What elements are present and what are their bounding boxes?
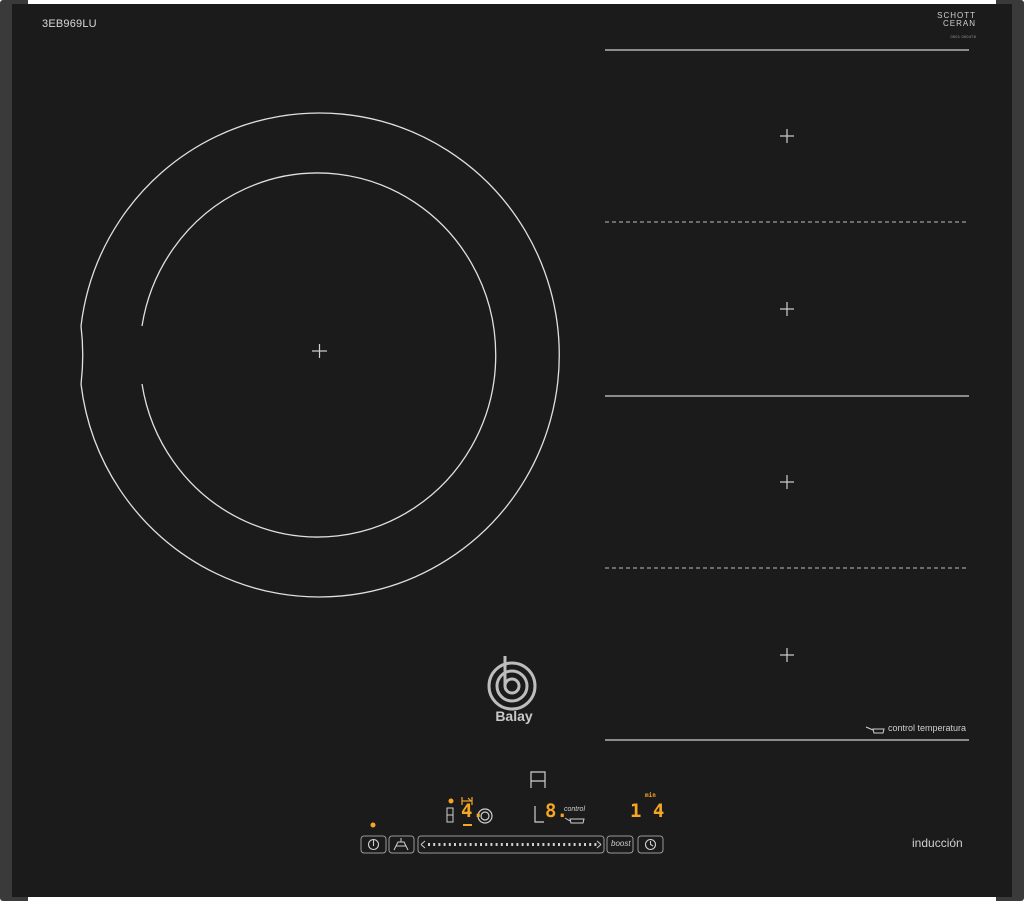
timer-unit: min bbox=[645, 792, 656, 799]
slider-tick bbox=[552, 843, 555, 846]
zone-select-indicator-icon bbox=[530, 771, 546, 788]
slider-tick bbox=[511, 843, 514, 846]
boost-label: boost bbox=[611, 839, 631, 848]
center-control-label: control bbox=[564, 806, 586, 813]
slider-tick bbox=[500, 843, 503, 846]
center-grey-digit-icon bbox=[534, 806, 544, 823]
slider-tick bbox=[448, 843, 451, 846]
zone-active-dot bbox=[448, 798, 454, 804]
slider-right-arrow-icon bbox=[596, 840, 602, 849]
brand-name: Balay bbox=[495, 708, 533, 724]
wipe-protection-icon bbox=[393, 838, 409, 851]
flex-zone-3-cross-icon bbox=[780, 475, 794, 489]
slider-tick bbox=[438, 843, 441, 846]
slider-tick bbox=[480, 843, 482, 846]
slider-tick bbox=[521, 843, 524, 846]
slider-tick bbox=[558, 843, 560, 846]
power-indicator-dot bbox=[370, 822, 376, 828]
zone-left-outer-ring-bottom bbox=[80, 325, 84, 385]
slider-tick bbox=[578, 843, 581, 846]
power-icon bbox=[367, 838, 380, 851]
slider-tick bbox=[547, 843, 550, 846]
slider-tick bbox=[526, 843, 529, 846]
pan-icon bbox=[865, 726, 885, 734]
slider-tick bbox=[584, 843, 586, 846]
balay-logo-icon bbox=[487, 656, 537, 711]
zone-left-inner-ring[interactable] bbox=[141, 172, 497, 538]
slider-tick bbox=[537, 843, 540, 846]
control-temperature-label: control temperatura bbox=[888, 723, 967, 733]
slider-tick bbox=[428, 843, 430, 846]
slider-tick bbox=[563, 843, 566, 846]
slider-tick bbox=[532, 843, 534, 846]
slider-tick bbox=[454, 843, 456, 846]
slider-tick bbox=[443, 843, 446, 846]
slider-tick bbox=[495, 843, 498, 846]
zone-left-outer-ring[interactable] bbox=[80, 112, 560, 598]
slider-tick bbox=[464, 843, 467, 846]
clock-icon bbox=[644, 838, 657, 851]
hob-markings bbox=[80, 49, 969, 854]
slider-tick bbox=[568, 843, 571, 846]
slider-tick bbox=[589, 843, 592, 846]
induction-label: inducción bbox=[912, 836, 963, 850]
flex-zone-1-cross-icon bbox=[780, 129, 794, 143]
slider-tick bbox=[506, 843, 508, 846]
slider-tick bbox=[516, 843, 519, 846]
zone-left-center-cross-icon bbox=[312, 344, 327, 358]
slider-tick bbox=[433, 843, 436, 846]
timer-value: 1 4 bbox=[630, 800, 665, 822]
power-level-slider[interactable] bbox=[417, 835, 605, 854]
slider-tick bbox=[459, 843, 462, 846]
slider-tick bbox=[490, 843, 493, 846]
slider-tick bbox=[469, 843, 472, 846]
slider-tick bbox=[542, 843, 545, 846]
flex-zone-2-cross-icon bbox=[780, 302, 794, 316]
slider-ticks bbox=[428, 843, 597, 846]
left-zone-level: 4. bbox=[461, 800, 484, 822]
slider-tick bbox=[594, 843, 597, 846]
slider-tick bbox=[573, 843, 576, 846]
slider-left-arrow-icon bbox=[420, 840, 426, 849]
flex-zone-4-cross-icon bbox=[780, 648, 794, 662]
slider-tick bbox=[474, 843, 477, 846]
slider-tick bbox=[485, 843, 488, 846]
